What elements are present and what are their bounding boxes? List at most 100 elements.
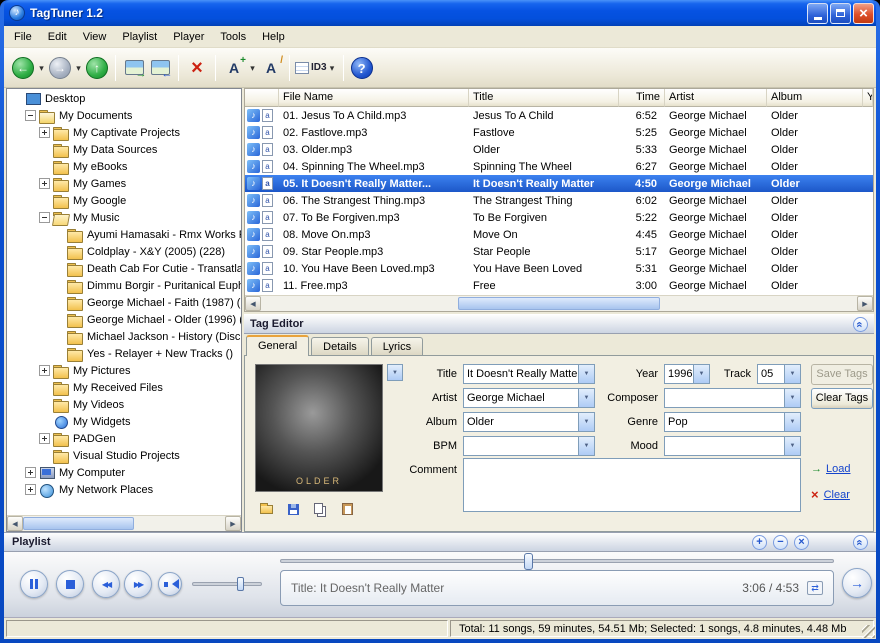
- tree-item[interactable]: Michael Jackson - History (Disc: [7, 328, 241, 345]
- file-row[interactable]: 08. Move On.mp3Move On4:45George Michael…: [245, 226, 873, 243]
- file-row[interactable]: 11. Free.mp3Free3:00George MichaelOlder: [245, 277, 873, 294]
- dropdown-icon[interactable]: [693, 365, 709, 383]
- comment-textarea[interactable]: [463, 458, 801, 512]
- file-row[interactable]: 05. It Doesn't Really Matter...It Doesn'…: [245, 175, 873, 192]
- tree-item[interactable]: My Documents: [7, 107, 241, 124]
- tree-item[interactable]: Coldplay - X&Y (2005) (228): [7, 243, 241, 260]
- tree-item[interactable]: My Received Files: [7, 379, 241, 396]
- repeat-icon[interactable]: [807, 581, 823, 595]
- column-title[interactable]: Title: [469, 89, 619, 107]
- help-button[interactable]: [349, 53, 375, 83]
- file-row[interactable]: 07. To Be Forgiven.mp3To Be Forgiven5:22…: [245, 209, 873, 226]
- year-combo[interactable]: 1996: [664, 364, 710, 384]
- save-tags-button[interactable]: Save Tags: [811, 364, 873, 385]
- playlist-header[interactable]: Playlist: [4, 532, 876, 552]
- playlist-clear-icon[interactable]: [794, 535, 809, 550]
- delete-button[interactable]: [184, 53, 210, 83]
- composer-combo[interactable]: [664, 388, 801, 408]
- import-tags-button[interactable]: [121, 53, 147, 83]
- maximize-button[interactable]: [830, 3, 851, 24]
- id3-version-button[interactable]: ID3: [295, 53, 327, 83]
- expand-icon[interactable]: [39, 365, 50, 376]
- column-time[interactable]: Time: [619, 89, 665, 107]
- close-button[interactable]: [853, 3, 874, 24]
- file-list-scroll-track[interactable]: [261, 296, 857, 311]
- volume-slider-thumb[interactable]: [237, 577, 244, 591]
- column-file-name[interactable]: File Name: [279, 89, 469, 107]
- playlist-collapse-icon[interactable]: [853, 535, 868, 550]
- collapse-icon[interactable]: [25, 110, 36, 121]
- expand-icon[interactable]: [25, 467, 36, 478]
- load-art-button[interactable]: [255, 500, 277, 518]
- scroll-left-icon[interactable]: [245, 296, 261, 311]
- mood-combo[interactable]: [664, 436, 801, 456]
- tree-item[interactable]: PADGen: [7, 430, 241, 447]
- playlist-remove-icon[interactable]: [773, 535, 788, 550]
- pause-button[interactable]: [20, 570, 48, 598]
- tree-item[interactable]: My Videos: [7, 396, 241, 413]
- collapse-icon[interactable]: [39, 212, 50, 223]
- expand-icon[interactable]: [39, 178, 50, 189]
- tree-item[interactable]: Visual Studio Projects: [7, 447, 241, 464]
- seek-slider-thumb[interactable]: [524, 553, 533, 570]
- dropdown-icon[interactable]: [784, 365, 800, 383]
- tree-item[interactable]: George Michael - Faith (1987) (: [7, 294, 241, 311]
- tab-general[interactable]: General: [246, 335, 309, 356]
- tree-item[interactable]: My Music: [7, 209, 241, 226]
- playlist-add-icon[interactable]: [752, 535, 767, 550]
- file-row[interactable]: 01. Jesus To A Child.mp3Jesus To A Child…: [245, 107, 873, 124]
- tree-item[interactable]: My Games: [7, 175, 241, 192]
- tree-item[interactable]: My Captivate Projects: [7, 124, 241, 141]
- tree-item[interactable]: Ayumi Hamasaki - Rmx Works F: [7, 226, 241, 243]
- minimize-button[interactable]: [807, 3, 828, 24]
- scroll-left-icon[interactable]: [7, 516, 23, 531]
- paste-art-button[interactable]: [336, 500, 358, 518]
- expand-icon[interactable]: [39, 127, 50, 138]
- up-button[interactable]: [84, 53, 110, 83]
- expand-icon[interactable]: [25, 484, 36, 495]
- tree-item[interactable]: My Google: [7, 192, 241, 209]
- title-bar[interactable]: TagTuner 1.2: [4, 0, 876, 26]
- tree-item[interactable]: Death Cab For Cutie - Transatla: [7, 260, 241, 277]
- file-row[interactable]: 04. Spinning The Wheel.mp3Spinning The W…: [245, 158, 873, 175]
- dropdown-icon[interactable]: [784, 389, 800, 407]
- tree-hscrollbar[interactable]: [7, 515, 241, 531]
- tag-editor-header[interactable]: Tag Editor: [244, 314, 874, 334]
- menu-file[interactable]: File: [6, 28, 40, 46]
- file-row[interactable]: 02. Fastlove.mp3Fastlove5:25George Micha…: [245, 124, 873, 141]
- file-row[interactable]: 10. You Have Been Loved.mp3You Have Been…: [245, 260, 873, 277]
- menu-help[interactable]: Help: [254, 28, 293, 46]
- export-tags-button[interactable]: [147, 53, 173, 83]
- tree-item[interactable]: My Widgets: [7, 413, 241, 430]
- scroll-right-icon[interactable]: [225, 516, 241, 531]
- generate-tags-dropdown-icon[interactable]: [247, 62, 258, 74]
- rename-files-button[interactable]: [258, 53, 284, 83]
- compact-mode-button[interactable]: [842, 568, 872, 598]
- menu-player[interactable]: Player: [165, 28, 212, 46]
- back-button[interactable]: [10, 53, 36, 83]
- forward-dropdown-icon[interactable]: [73, 62, 84, 74]
- tag-editor-collapse-icon[interactable]: [853, 317, 868, 332]
- dropdown-icon[interactable]: [784, 413, 800, 431]
- copy-art-button[interactable]: [309, 500, 331, 518]
- scroll-right-icon[interactable]: [857, 296, 873, 311]
- file-row[interactable]: 03. Older.mp3Older5:33George MichaelOlde…: [245, 141, 873, 158]
- tree-item[interactable]: George Michael - Older (1996) (: [7, 311, 241, 328]
- forward-button[interactable]: [47, 53, 73, 83]
- load-art-link[interactable]: Load: [811, 463, 850, 475]
- id3-dropdown-icon[interactable]: [327, 62, 338, 74]
- tree-item[interactable]: My Network Places: [7, 481, 241, 498]
- file-row[interactable]: 06. The Strangest Thing.mp3The Strangest…: [245, 192, 873, 209]
- menu-tools[interactable]: Tools: [212, 28, 254, 46]
- volume-button[interactable]: [158, 572, 182, 596]
- expand-icon[interactable]: [39, 433, 50, 444]
- clear-art-link[interactable]: Clear: [811, 487, 850, 502]
- save-art-button[interactable]: [282, 500, 304, 518]
- rewind-button[interactable]: [92, 570, 120, 598]
- tree-item[interactable]: My eBooks: [7, 158, 241, 175]
- fast-forward-button[interactable]: [124, 570, 152, 598]
- tree-item[interactable]: Yes - Relayer + New Tracks (): [7, 345, 241, 362]
- volume-slider[interactable]: [192, 582, 262, 586]
- resize-grip[interactable]: [862, 625, 875, 638]
- menu-edit[interactable]: Edit: [40, 28, 75, 46]
